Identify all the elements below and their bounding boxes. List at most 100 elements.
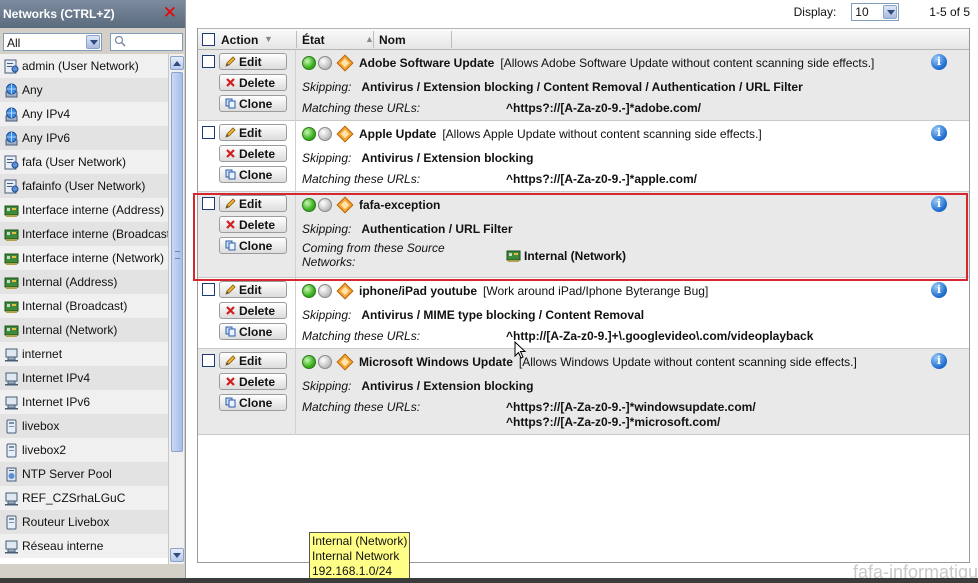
network-list-item[interactable]: fafa (User Network)	[0, 150, 168, 174]
network-list-item[interactable]: Interface interne (Broadcast)	[0, 222, 168, 246]
info-icon[interactable]: i	[931, 54, 947, 70]
enabled-status-icon[interactable]	[302, 127, 316, 141]
rule-state[interactable]	[302, 282, 354, 300]
network-list-item[interactable]: internet	[0, 342, 168, 366]
rule-state[interactable]	[302, 196, 354, 214]
chevron-down-icon[interactable]	[86, 35, 100, 49]
network-list-item[interactable]: Routeur Livebox	[0, 510, 168, 534]
network-list-item[interactable]: Internal (Address)	[0, 270, 168, 294]
network-list-item[interactable]: admin (User Network)	[0, 54, 168, 78]
rule-row[interactable]: Edit Delete Clone Adobe Software Update [All…	[198, 50, 969, 121]
tooltip-line: Internal (Network)	[312, 534, 408, 548]
close-icon[interactable]: ✕	[163, 3, 177, 23]
chevron-down-icon[interactable]	[883, 5, 898, 19]
scroll-down-icon[interactable]	[170, 548, 184, 562]
network-list-item[interactable]: Internal (Broadcast)	[0, 294, 168, 318]
rule-state[interactable]	[302, 125, 354, 143]
network-list-item[interactable]: Internal (Network)	[0, 318, 168, 342]
source-networks-label: Coming from these Source Networks:	[302, 241, 445, 269]
display-count-select[interactable]: 10	[851, 3, 900, 21]
source-network[interactable]: Internal (Network)	[506, 248, 626, 263]
column-name[interactable]: Nom	[379, 33, 406, 47]
disabled-status-icon[interactable]	[318, 198, 332, 212]
clone-button[interactable]: Clone	[219, 323, 287, 340]
rule-name[interactable]: Adobe Software Update	[359, 56, 494, 70]
search-icon	[114, 35, 126, 47]
column-action[interactable]: Action	[221, 33, 258, 47]
info-icon[interactable]: i	[931, 353, 947, 369]
rule-name[interactable]: Microsoft Windows Update	[359, 355, 513, 369]
url-pattern: ^https?://[A-Za-z0-9.-]*windowsupdate.co…	[506, 400, 756, 414]
enabled-status-icon[interactable]	[302, 355, 316, 369]
rule-state[interactable]	[302, 54, 354, 72]
scrollbar-thumb[interactable]	[171, 72, 183, 452]
delete-button[interactable]: Delete	[219, 373, 287, 390]
rule-name[interactable]: iphone/iPad youtube	[359, 284, 477, 298]
network-list-item[interactable]: Internet IPv6	[0, 390, 168, 414]
network-type-select[interactable]: All	[3, 33, 102, 51]
network-list-scrollbar[interactable]	[168, 54, 184, 564]
rule-name[interactable]: Apple Update	[359, 127, 436, 141]
rule-name[interactable]: fafa-exception	[359, 198, 440, 212]
edit-button[interactable]: Edit	[219, 281, 287, 298]
rule-checkbox[interactable]	[202, 126, 215, 139]
disabled-status-icon[interactable]	[318, 56, 332, 70]
network-list-item-label: fafainfo (User Network)	[22, 179, 146, 193]
network-list-item[interactable]: livebox	[0, 414, 168, 438]
edit-button[interactable]: Edit	[219, 352, 287, 369]
network-search-input[interactable]	[110, 33, 183, 51]
edit-button[interactable]: Edit	[219, 124, 287, 141]
delete-button[interactable]: Delete	[219, 145, 287, 162]
info-icon[interactable]: i	[931, 196, 947, 212]
skipping-line: Skipping: Antivirus / Extension blocking	[302, 379, 533, 393]
enabled-status-icon[interactable]	[302, 284, 316, 298]
network-list-item[interactable]: Interface interne (Address)	[0, 198, 168, 222]
disabled-status-icon[interactable]	[318, 355, 332, 369]
edit-button[interactable]: Edit	[219, 53, 287, 70]
sort-desc-icon[interactable]: ▼	[264, 34, 273, 44]
clone-button[interactable]: Clone	[219, 95, 287, 112]
rule-row[interactable]: Edit Delete Clone Microsoft Windows Update […	[198, 349, 969, 435]
network-list-item[interactable]: fafainfo (User Network)	[0, 174, 168, 198]
delete-button[interactable]: Delete	[219, 302, 287, 319]
skipping-values: Authentication / URL Filter	[361, 222, 513, 236]
network-list-item-label: Any IPv6	[22, 131, 71, 145]
network-list-item[interactable]: Réseau interne	[0, 534, 168, 558]
enabled-status-icon[interactable]	[302, 198, 316, 212]
rule-row[interactable]: Edit Delete Clone Apple Update [Allows Apple…	[198, 121, 969, 192]
network-list-item[interactable]: livebox2	[0, 438, 168, 462]
rule-state[interactable]	[302, 353, 354, 371]
rule-checkbox[interactable]	[202, 55, 215, 68]
column-state[interactable]: État	[302, 33, 325, 47]
network-tooltip: Internal (Network) Internal Network 192.…	[309, 532, 410, 579]
rule-checkbox[interactable]	[202, 197, 215, 210]
network-list-item[interactable]: Interface interne (Network)	[0, 246, 168, 270]
clone-button[interactable]: Clone	[219, 394, 287, 411]
pager: Display: 10 1-5 of 5	[794, 3, 970, 21]
rule-row[interactable]: Edit Delete Clone fafa-exception Skipping: Au…	[198, 192, 969, 278]
clone-button[interactable]: Clone	[219, 166, 287, 183]
rule-description: [Allows Windows Update without content s…	[518, 355, 857, 369]
computer-icon	[4, 491, 22, 506]
globe-icon	[4, 131, 22, 146]
rule-row[interactable]: Edit Delete Clone iphone/iPad youtube [Work …	[198, 278, 969, 349]
disabled-status-icon[interactable]	[318, 127, 332, 141]
edit-button[interactable]: Edit	[219, 195, 287, 212]
network-list-item[interactable]: Internet IPv4	[0, 366, 168, 390]
network-list-item[interactable]: REF_CZSrhaLGuC	[0, 486, 168, 510]
rule-checkbox[interactable]	[202, 354, 215, 367]
network-list-item[interactable]: Any IPv4	[0, 102, 168, 126]
select-all-checkbox[interactable]	[202, 33, 215, 46]
info-icon[interactable]: i	[931, 125, 947, 141]
disabled-status-icon[interactable]	[318, 284, 332, 298]
network-list-item[interactable]: NTP Server Pool	[0, 462, 168, 486]
network-list-item[interactable]: Any IPv6	[0, 126, 168, 150]
clone-button[interactable]: Clone	[219, 237, 287, 254]
delete-button[interactable]: Delete	[219, 74, 287, 91]
rule-checkbox[interactable]	[202, 283, 215, 296]
delete-button[interactable]: Delete	[219, 216, 287, 233]
scroll-up-icon[interactable]	[170, 56, 184, 70]
enabled-status-icon[interactable]	[302, 56, 316, 70]
info-icon[interactable]: i	[931, 282, 947, 298]
network-list-item[interactable]: Any	[0, 78, 168, 102]
